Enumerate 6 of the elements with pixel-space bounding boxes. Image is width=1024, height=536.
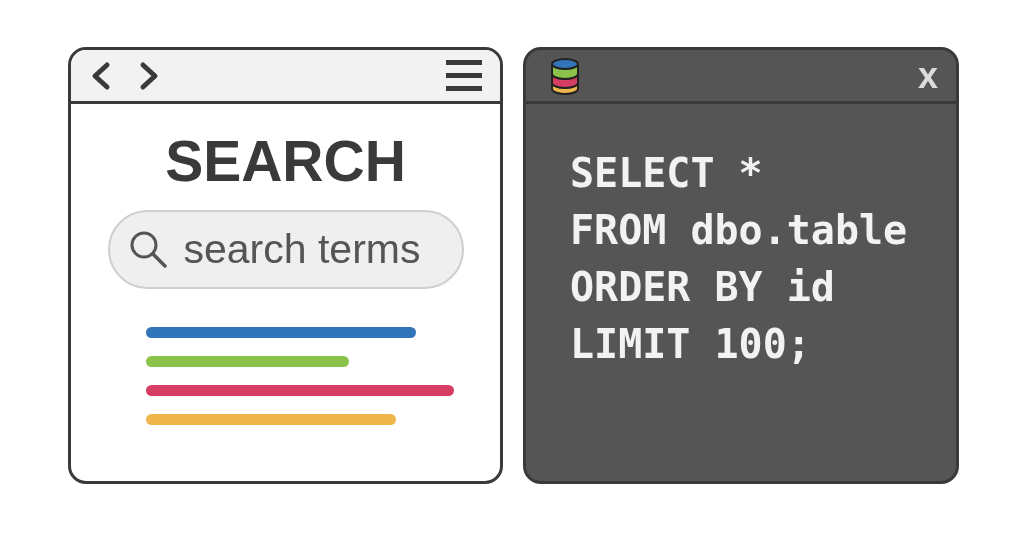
- close-button[interactable]: x: [917, 57, 938, 94]
- menu-icon[interactable]: [446, 59, 482, 92]
- sql-code: SELECT * FROM dbo.table ORDER BY id LIMIT 100;: [569, 149, 909, 369]
- database-icon: [550, 55, 580, 96]
- search-heading: SEARCH: [165, 128, 406, 195]
- search-field[interactable]: search terms: [107, 210, 464, 289]
